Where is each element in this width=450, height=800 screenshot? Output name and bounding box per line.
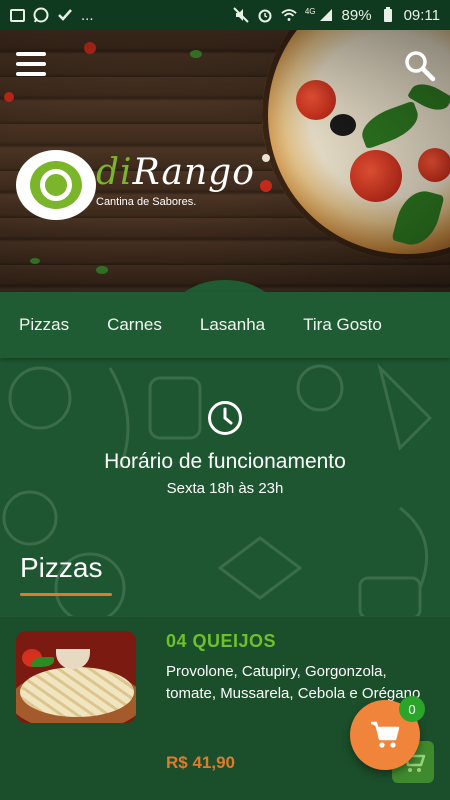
clock-time: 09:11 bbox=[403, 6, 440, 24]
battery-icon bbox=[380, 7, 396, 22]
clock-icon bbox=[208, 401, 242, 435]
mute-icon bbox=[233, 7, 249, 23]
basil bbox=[32, 657, 54, 667]
tab-tira-gosto[interactable]: Tira Gosto bbox=[303, 315, 382, 335]
tab-pizzas[interactable]: Pizzas bbox=[19, 315, 69, 335]
cart-icon bbox=[371, 721, 400, 748]
logo-name-suffix: Rango bbox=[132, 152, 255, 193]
product-name: 04 QUEIJOS bbox=[166, 631, 277, 651]
logo-name-prefix: di bbox=[96, 152, 133, 193]
hours-schedule: Sexta 18h às 23h bbox=[166, 480, 284, 497]
status-bar-right: 4G 89% 09:11 bbox=[233, 7, 440, 24]
hero-banner: diRango Cantina de Sabores. bbox=[0, 30, 450, 292]
status-more: ... bbox=[81, 6, 94, 24]
pizza bbox=[20, 667, 134, 717]
status-bar-left: ... bbox=[10, 7, 94, 24]
product-image[interactable] bbox=[16, 631, 136, 723]
tab-lasanha[interactable]: Lasanha bbox=[200, 315, 265, 335]
checklist-icon bbox=[57, 8, 73, 22]
cart-count-badge: 0 bbox=[399, 696, 425, 722]
logo-emblem bbox=[16, 150, 96, 220]
menu-line bbox=[16, 62, 46, 66]
product-description: Provolone, Catupiry, Gorgonzola, tomate,… bbox=[166, 663, 421, 702]
section-underline bbox=[20, 593, 112, 596]
sauce-bowl bbox=[56, 649, 90, 669]
search-icon[interactable] bbox=[404, 50, 436, 82]
network-type: 4G bbox=[304, 6, 316, 16]
hero-wave-divider bbox=[184, 280, 266, 292]
hours-title: Horário de funcionamento bbox=[104, 450, 346, 473]
wifi-icon bbox=[281, 8, 297, 22]
hamburger-menu-icon[interactable] bbox=[16, 52, 46, 76]
logo-tagline: Cantina de Sabores. bbox=[96, 196, 197, 208]
menu-line bbox=[16, 52, 46, 56]
tab-carnes[interactable]: Carnes bbox=[107, 315, 162, 335]
opening-hours: Horário de funcionamento Sexta 18h às 23… bbox=[0, 400, 450, 497]
battery-percent: 89% bbox=[341, 6, 372, 24]
status-bar: ... 4G 89% 09:11 bbox=[0, 0, 450, 30]
menu-line bbox=[16, 72, 46, 76]
logo-name: diRango bbox=[96, 152, 255, 193]
dirango-logo: diRango Cantina de Sabores. bbox=[16, 148, 254, 228]
image-icon bbox=[10, 8, 25, 22]
category-tabs: Pizzas Carnes Lasanha Tira Gosto bbox=[0, 292, 450, 358]
signal-icon bbox=[318, 8, 334, 22]
product-price: R$ 41,90 bbox=[166, 753, 235, 772]
whatsapp-icon bbox=[33, 7, 49, 23]
section-title: Pizzas bbox=[20, 552, 103, 583]
alarm-icon bbox=[257, 8, 273, 23]
